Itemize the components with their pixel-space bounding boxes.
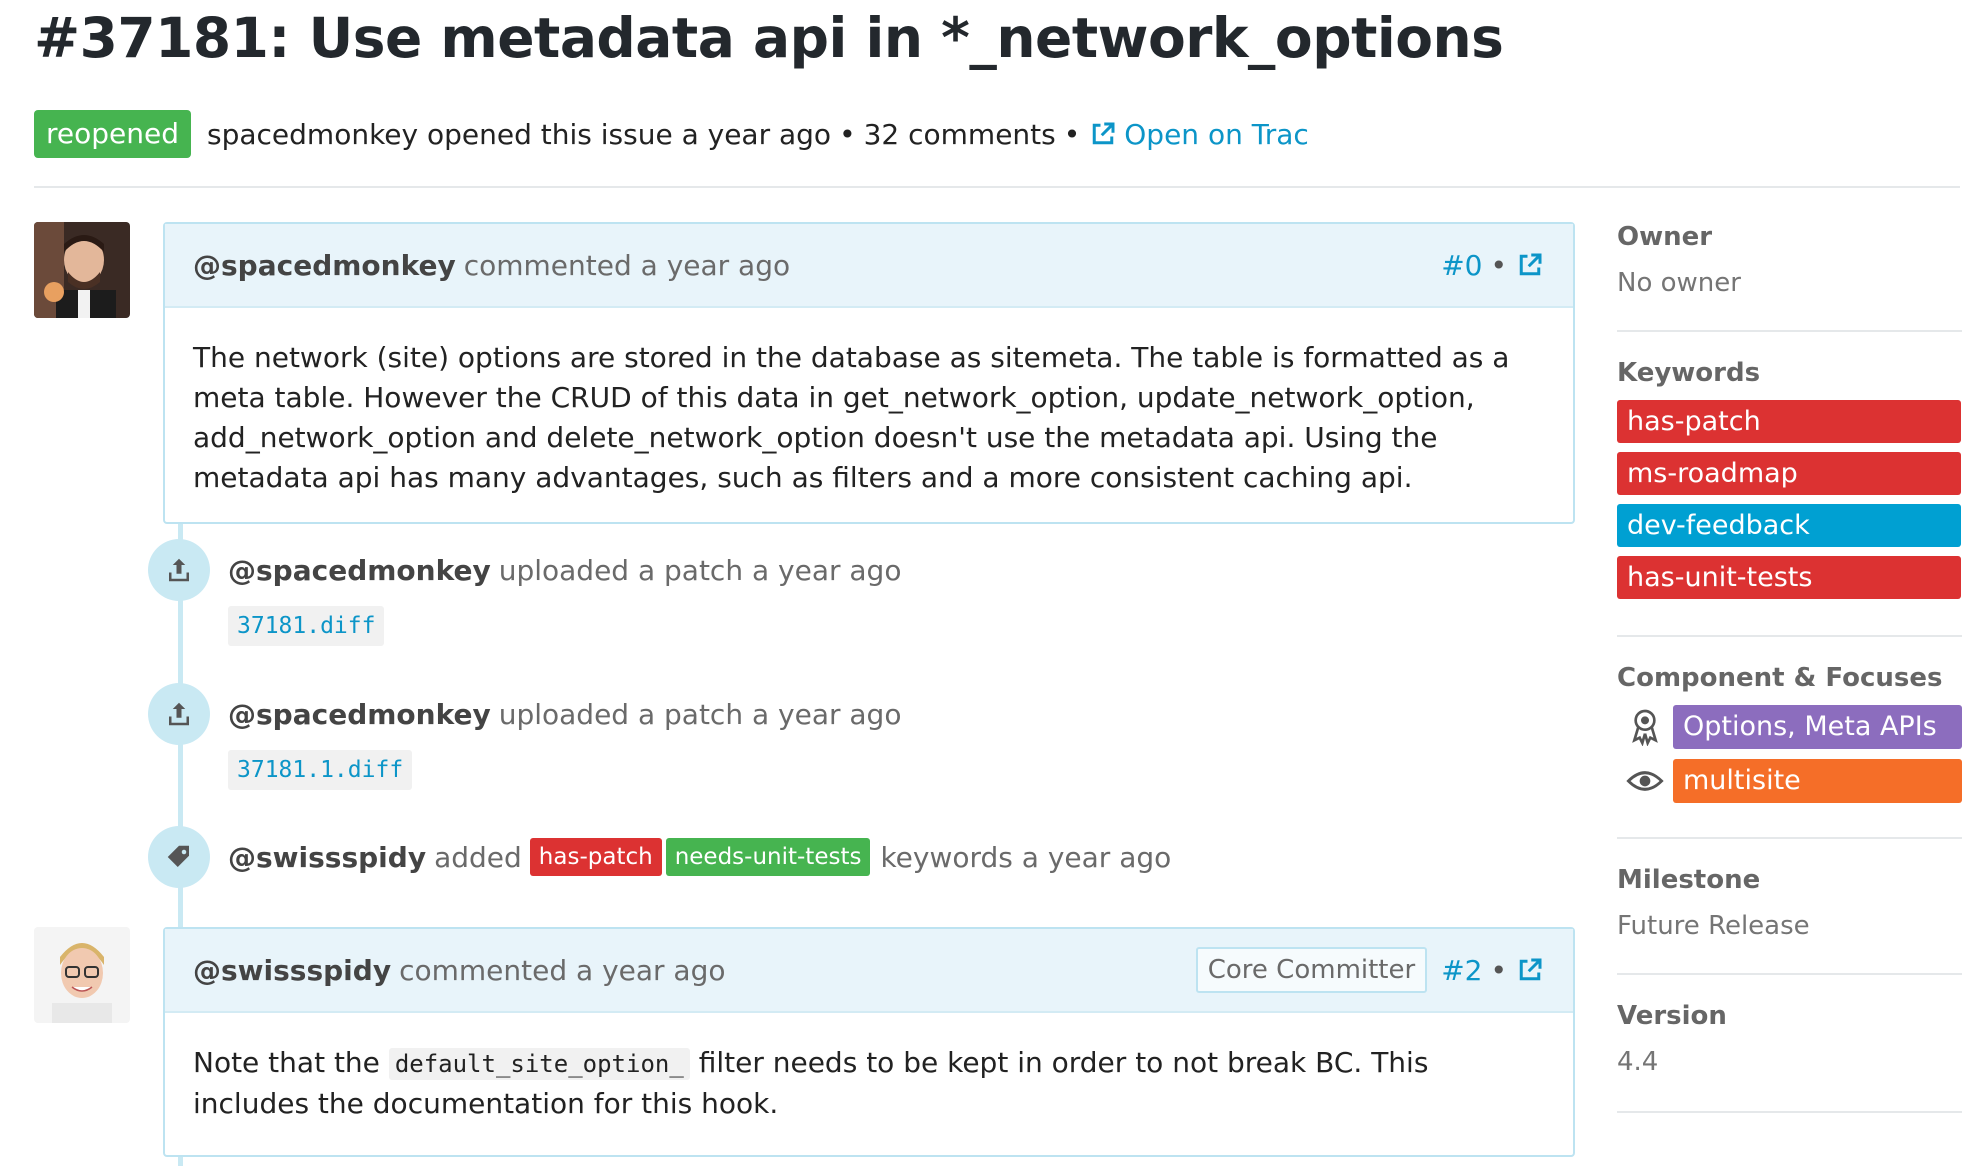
comment-author[interactable]: @swissspidy [193, 954, 391, 987]
external-link-icon [1093, 122, 1115, 145]
event-action: added [434, 840, 522, 874]
comment-author[interactable]: @spacedmonkey [193, 249, 456, 282]
keywords-added-event: @swissspidy added has-patch needs-unit-t… [148, 826, 1171, 888]
opened-text: spacedmonkey opened this issue a year ag… [207, 117, 832, 151]
bullet-separator: • [1490, 248, 1507, 282]
patch-upload-event: @spacedmonkey uploaded a patch a year ag… [148, 539, 901, 601]
upload-icon [148, 539, 210, 601]
comment-card: @spacedmonkey commented a year ago #0 • … [163, 222, 1575, 524]
version-value: 4.4 [1617, 1047, 1659, 1077]
comment-body: The network (site) options are stored in… [193, 341, 1510, 494]
event-suffix: keywords a year ago [880, 840, 1172, 874]
event-author[interactable]: @swissspidy [228, 841, 426, 874]
component-row: Options, Meta APIs [1617, 705, 1962, 749]
external-link-icon[interactable] [1515, 250, 1545, 280]
keyword-tag: has-patch [529, 838, 662, 876]
sidebar-divider [1617, 330, 1962, 332]
inline-code: default_site_option_ [388, 1048, 690, 1080]
avatar[interactable] [34, 222, 130, 318]
sidebar-divider [1617, 1111, 1962, 1113]
owner-label: Owner [1617, 222, 1713, 252]
component-label: Component & Focuses [1617, 663, 1943, 693]
milestone-label: Milestone [1617, 865, 1761, 895]
comment-body: Note that the default_site_option_ filte… [165, 1013, 1573, 1150]
patch-file-link[interactable]: 37181.diff [228, 606, 385, 646]
comment-card: @swissspidy commented a year ago Core Co… [163, 927, 1575, 1157]
component-tag[interactable]: Options, Meta APIs [1673, 705, 1962, 749]
sidebar-divider [1617, 635, 1962, 637]
upload-icon [148, 683, 210, 745]
keyword-tag[interactable]: ms-roadmap [1617, 452, 1961, 495]
patch-file-link[interactable]: 37181.1.diff [228, 750, 413, 790]
keyword-tag[interactable]: has-patch [1617, 400, 1961, 443]
open-on-trac-link[interactable]: Open on Trac [1088, 118, 1309, 151]
comment-action: commented a year ago [399, 953, 726, 987]
bullet-separator: • [1063, 117, 1081, 151]
open-on-trac-label: Open on Trac [1124, 117, 1309, 151]
owner-value: No owner [1617, 268, 1741, 298]
event-author[interactable]: @spacedmonkey [228, 554, 491, 587]
bullet-separator: • [1490, 953, 1507, 987]
status-badge: reopened [34, 110, 191, 158]
keywords-label: Keywords [1617, 358, 1761, 388]
version-label: Version [1617, 1001, 1727, 1031]
event-action: uploaded a patch a year ago [498, 697, 902, 731]
ticket-meta: reopened spacedmonkey opened this issue … [34, 110, 1309, 158]
comment-number-link[interactable]: #0 [1441, 249, 1482, 282]
ticket-sidebar: Owner No owner Keywords has-patch ms-roa… [1617, 222, 1962, 1113]
keyword-tag[interactable]: dev-feedback [1617, 504, 1961, 547]
comment-text: Note that the [193, 1046, 380, 1079]
avatar[interactable] [34, 927, 130, 1023]
comment-links: Core Committer #2 • [1195, 947, 1545, 993]
sidebar-divider [1617, 837, 1962, 839]
eye-icon [1617, 769, 1673, 793]
comment-links: #0 • [1441, 249, 1545, 282]
keywords-list: has-patch ms-roadmap dev-feedback has-un… [1617, 400, 1962, 599]
component-list: Options, Meta APIs multisite [1617, 705, 1962, 803]
keyword-tag[interactable]: has-unit-tests [1617, 556, 1961, 599]
tag-icon [148, 826, 210, 888]
focus-row: multisite [1617, 759, 1962, 803]
focus-tag[interactable]: multisite [1673, 759, 1962, 803]
event-action: uploaded a patch a year ago [498, 553, 902, 587]
role-badge: Core Committer [1195, 947, 1428, 993]
comment-header: @spacedmonkey commented a year ago #0 • [165, 224, 1573, 308]
keyword-tag: needs-unit-tests [665, 838, 871, 876]
patch-upload-event: @spacedmonkey uploaded a patch a year ag… [148, 683, 901, 745]
page-title: #37181: Use metadata api in *_network_op… [34, 6, 1504, 70]
bullet-separator: • [839, 117, 856, 151]
milestone-value[interactable]: Future Release [1617, 911, 1962, 941]
comment-header: @swissspidy commented a year ago Core Co… [165, 929, 1573, 1013]
award-icon [1617, 708, 1673, 746]
comments-count: 32 comments [863, 117, 1056, 151]
event-author[interactable]: @spacedmonkey [228, 698, 491, 731]
comment-action: commented a year ago [463, 248, 791, 282]
sidebar-divider [1617, 973, 1962, 975]
header-divider [34, 186, 1960, 188]
external-link-icon[interactable] [1515, 955, 1545, 985]
comment-number-link[interactable]: #2 [1441, 954, 1482, 987]
